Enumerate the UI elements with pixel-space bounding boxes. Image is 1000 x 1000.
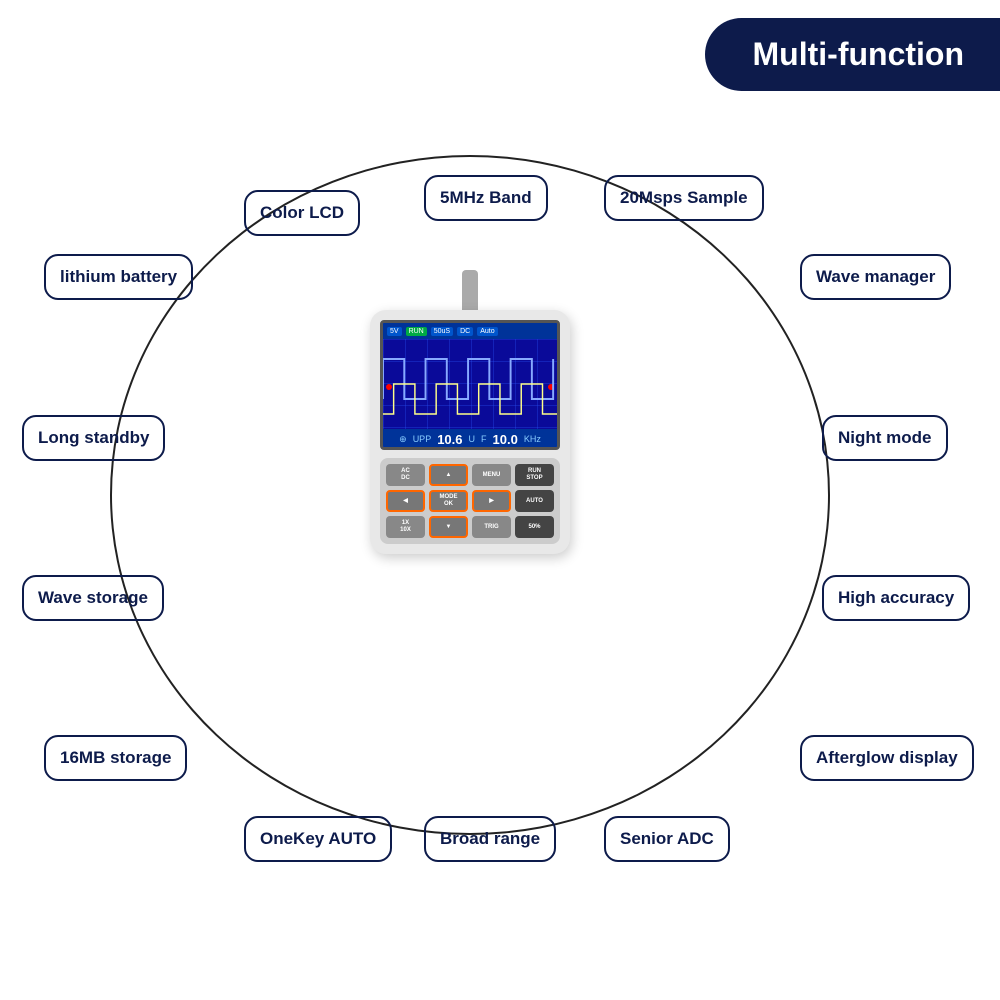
bottom-label-left: UPP (413, 434, 432, 444)
feature-senior-adc: Senior ADC (604, 816, 730, 862)
bottom-label-right: F (481, 434, 487, 444)
page-title: Multi-function (705, 18, 1000, 91)
key-mode-ok[interactable]: MODEOK (429, 490, 468, 512)
key-50[interactable]: 50% (515, 516, 554, 538)
key-trig[interactable]: TRIG (472, 516, 511, 538)
feature-20msps: 20Msps Sample (604, 175, 764, 221)
key-ac-dc[interactable]: ACDC (386, 464, 425, 486)
probe-connector (462, 270, 478, 310)
key-auto[interactable]: AUTO (515, 490, 554, 512)
feature-wave-storage: Wave storage (22, 575, 164, 621)
device-body: 5V RUN 50uS DC Auto ⊕ UPP 10.6 (370, 310, 570, 554)
screen-run-status: RUN (406, 327, 427, 336)
crosshair-icon: ⊕ (399, 434, 407, 445)
key-up[interactable]: ▲ (429, 464, 468, 486)
screen-coupling: DC (457, 327, 473, 336)
keypad: ACDC ▲ MENU RUNSTOP ◀ MODEOK ▶ AUTO 1X10… (380, 458, 560, 544)
device-screen: 5V RUN 50uS DC Auto ⊕ UPP 10.6 (380, 320, 560, 450)
bottom-unit-right: KHz (524, 434, 541, 444)
screen-voltage: 5V (387, 327, 402, 336)
feature-16mb-storage: 16MB storage (44, 735, 187, 781)
key-run-stop[interactable]: RUNSTOP (515, 464, 554, 486)
feature-color-lcd: Color LCD (244, 190, 360, 236)
feature-night-mode: Night mode (822, 415, 948, 461)
feature-high-accuracy: High accuracy (822, 575, 970, 621)
key-left[interactable]: ◀ (386, 490, 425, 512)
feature-lithium-battery: lithium battery (44, 254, 193, 300)
feature-onekey-auto: OneKey AUTO (244, 816, 392, 862)
oscilloscope-device: 5V RUN 50uS DC Auto ⊕ UPP 10.6 (360, 270, 580, 554)
key-right[interactable]: ▶ (472, 490, 511, 512)
key-1x-10x[interactable]: 1X10X (386, 516, 425, 538)
screen-time: 50uS (431, 327, 453, 336)
feature-long-standby: Long standby (22, 415, 165, 461)
key-down[interactable]: ▼ (429, 516, 468, 538)
key-menu[interactable]: MENU (472, 464, 511, 486)
waveform-display (383, 339, 557, 429)
feature-wave-manager: Wave manager (800, 254, 951, 300)
bottom-value-right: 10.0 (493, 432, 518, 447)
feature-broad-range: Broad range (424, 816, 556, 862)
screen-bottombar: ⊕ UPP 10.6 U F 10.0 KHz (383, 429, 557, 449)
feature-afterglow: Afterglow display (800, 735, 974, 781)
screen-topbar: 5V RUN 50uS DC Auto (383, 323, 557, 339)
bottom-unit-left: U (469, 434, 476, 444)
screen-grid (383, 339, 557, 429)
screen-auto: Auto (477, 327, 497, 336)
bottom-value-left: 10.6 (437, 432, 462, 447)
feature-5mhz-band: 5MHz Band (424, 175, 548, 221)
